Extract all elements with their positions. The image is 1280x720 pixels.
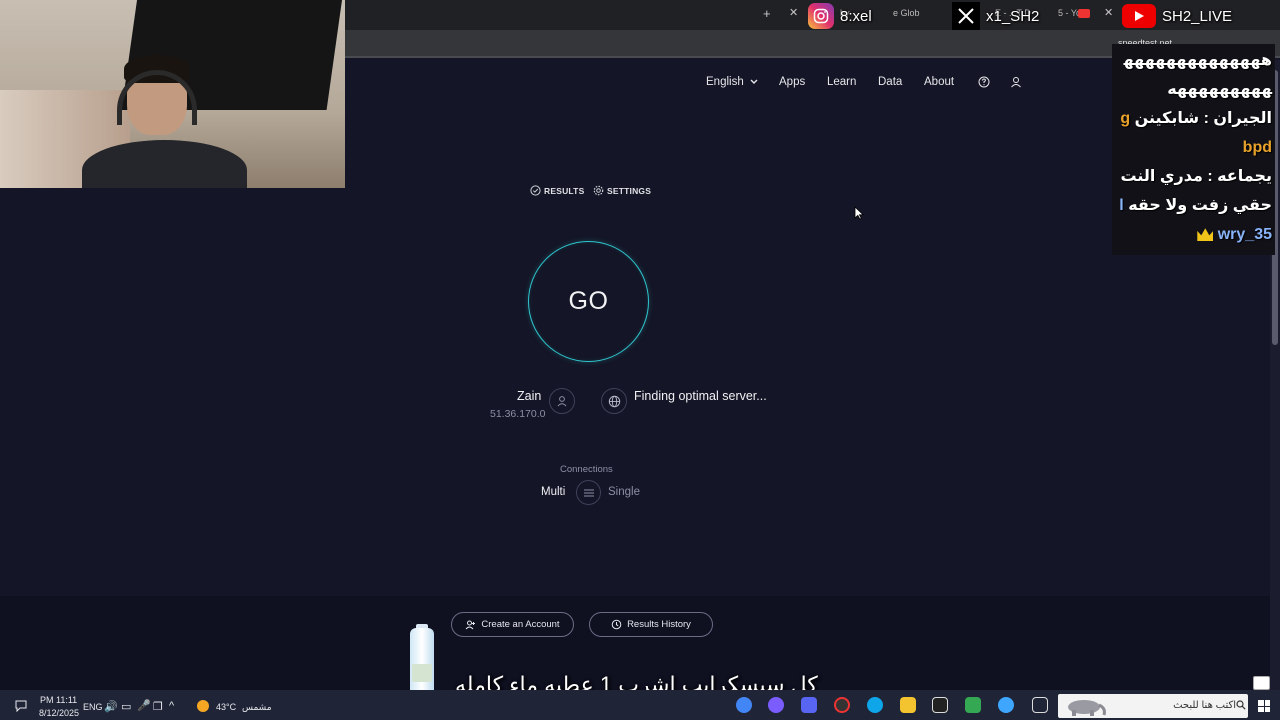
youtube-tab-icon [1078,9,1090,18]
chat-message: يجماعه : مدري النت حقي زفت ولا حقه lwry_… [1115,162,1272,249]
webcam-overlay [0,0,345,188]
youtube-label: SH2_LIVE [1162,7,1233,25]
taskbar-search-box[interactable]: اكتب هنا للبحث [1058,694,1248,718]
epic-games-app-icon[interactable] [932,697,948,713]
go-button[interactable]: GO [528,241,649,362]
chat-message-text: الجيران : شابكينن [1134,110,1272,127]
results-history-button[interactable]: Results History [589,612,713,637]
search-icon [1236,700,1246,710]
screen: + ✕ by e Glob E - ...T D 5 - Yo ✕ speedt… [0,0,1280,720]
language-label: English [706,76,744,88]
weather-sun-icon [197,700,209,712]
taskbar-search-placeholder: اكتب هنا للبحث [1173,700,1236,711]
create-account-button[interactable]: Create an Account [451,612,574,637]
network-icon[interactable]: ▭ [121,700,131,713]
chat-message-text: يجماعه : مدري النت حقي زفت ولا حقه [1120,168,1272,214]
results-button[interactable]: RESULTS [530,185,584,196]
stream-chat-overlay: هههههههههههههههههههههههه الجيران : شابكي… [1112,44,1275,255]
window-icon[interactable]: ❐ [153,700,163,713]
assistant-app-icon[interactable] [998,697,1014,713]
task-view-icon[interactable] [1032,697,1048,713]
play-store-app-icon[interactable] [965,697,981,713]
close-tab-icon[interactable]: ✕ [1104,6,1113,19]
notification-badge-icon [1253,676,1270,690]
toggle-lines-icon [583,489,594,496]
history-icon [611,619,622,630]
connections-label: Connections [560,464,613,475]
language-selector[interactable]: English [706,76,758,88]
isp-ip: 51.36.170.0 [490,408,546,420]
add-user-icon [466,620,476,629]
taskbar-lang[interactable]: ENG [83,702,103,712]
youtube-icon [1122,4,1156,28]
youtube-handle: SH2_LIVE [1122,2,1232,30]
edge-app-icon[interactable] [867,697,883,713]
nav-apps[interactable]: Apps [779,76,805,88]
crown-badge-icon [1197,228,1214,242]
instagram-label: 8:xel [840,7,872,25]
instagram-icon [808,3,834,29]
results-history-label: Results History [627,619,691,630]
connections-single[interactable]: Single [608,486,640,498]
server-status: Finding optimal server... [634,389,767,403]
user-icon[interactable] [1010,76,1022,88]
chevron-down-icon [750,79,758,84]
chevron-up-icon[interactable]: ^ [169,700,174,712]
globe-icon[interactable] [601,388,627,414]
x-logo-icon [952,2,980,30]
record-app-icon[interactable] [834,697,850,713]
mouse-cursor-icon [854,206,864,220]
windows-start-icon[interactable] [1258,700,1270,712]
instagram-handle: 8:xel [808,2,872,30]
chat-message: هههههههههههههههههههههههه [1123,52,1272,98]
isp-name: Zain [517,389,542,403]
streamer-figure [82,55,247,188]
nav-about[interactable]: About [924,76,954,88]
notification-icon[interactable] [15,700,27,712]
close-tab-icon[interactable]: ✕ [789,6,798,19]
create-account-label: Create an Account [481,619,560,630]
volume-icon[interactable]: 🔊 [104,700,118,713]
connections-toggle[interactable] [576,480,601,505]
discord-app-icon[interactable] [801,697,817,713]
taskbar-date[interactable]: 8/12/2025 [39,708,79,718]
chat-message: الجيران : شابكينن gbpd [1115,104,1272,162]
weather-text[interactable]: مشمس [242,702,272,713]
new-tab-icon[interactable]: + [763,6,771,21]
settings-button[interactable]: SETTINGS [593,185,651,196]
results-label: RESULTS [544,186,585,196]
water-bottle-label [412,664,432,682]
folder-app-icon[interactable] [900,697,916,713]
chrome-app-icon[interactable] [736,697,752,713]
gear-icon [593,185,604,196]
isp-user-icon [549,388,575,414]
obs-app-icon[interactable] [768,697,784,713]
connections-multi[interactable]: Multi [541,486,565,498]
taskbar-time[interactable]: PM 11:11 [40,695,77,705]
help-icon[interactable] [978,76,990,88]
nav-learn[interactable]: Learn [827,76,856,88]
go-label: GO [568,287,609,315]
tab-title-2[interactable]: e Glob [893,8,920,18]
nav-data[interactable]: Data [878,76,902,88]
x-handle: x1_SH2 [952,2,1039,30]
microphone-icon[interactable]: 🎤 [137,699,151,712]
settings-label: SETTINGS [607,186,652,196]
x-label: x1_SH2 [986,7,1040,25]
elephant-icon [1068,700,1106,716]
weather-temp[interactable]: 43°C [216,702,236,712]
check-circle-icon [530,185,541,196]
